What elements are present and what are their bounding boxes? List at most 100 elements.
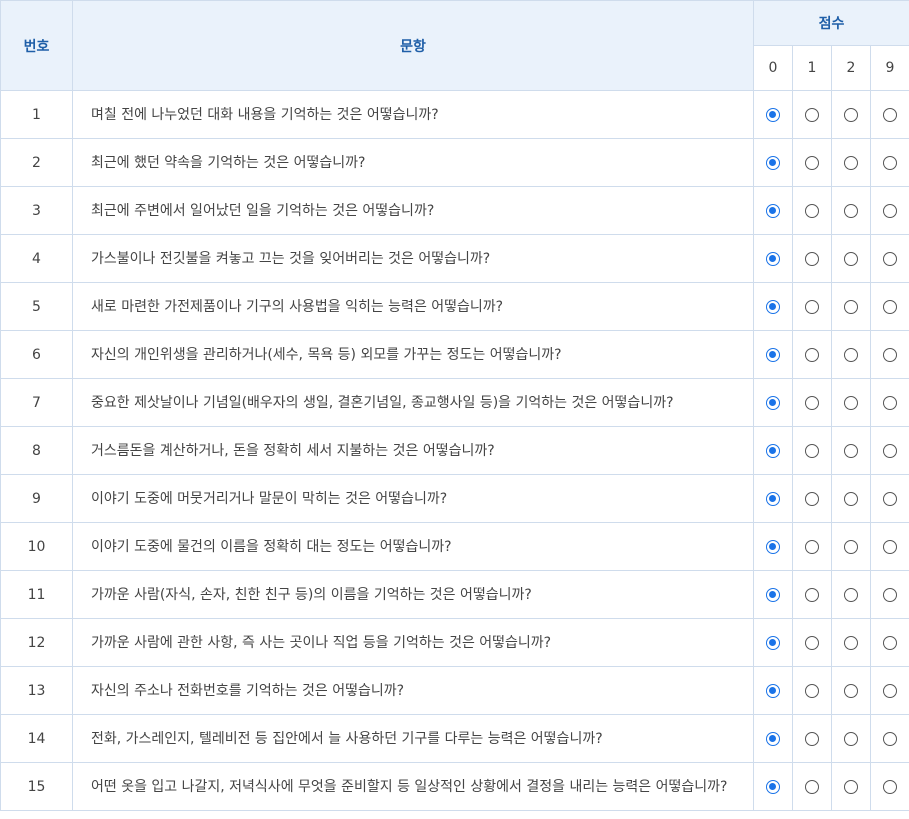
score-cell — [869, 618, 909, 667]
score-radio-9[interactable] — [883, 587, 897, 602]
score-cell — [869, 186, 909, 235]
score-radio-9[interactable] — [883, 443, 897, 458]
score-radio-9[interactable] — [883, 155, 897, 170]
score-radio-2[interactable] — [844, 299, 858, 314]
score-cell — [869, 714, 909, 763]
question-text: 자신의 주소나 전화번호를 기억하는 것은 어떻습니까? — [72, 666, 754, 715]
score-radio-2[interactable] — [844, 395, 858, 410]
table-row: 14 전화, 가스레인지, 텔레비전 등 집안에서 늘 사용하던 기구를 다루는 … — [0, 714, 909, 763]
score-cell — [869, 234, 909, 283]
score-cell — [753, 522, 793, 571]
score-radio-2[interactable] — [844, 155, 858, 170]
score-radio-1[interactable] — [805, 731, 819, 746]
score-radio-2[interactable] — [844, 251, 858, 266]
score-radio-1[interactable] — [805, 155, 819, 170]
score-radio-2[interactable] — [844, 347, 858, 362]
score-cell — [753, 282, 793, 331]
score-cell — [792, 330, 832, 379]
score-radio-2[interactable] — [844, 635, 858, 650]
score-radio-9[interactable] — [883, 395, 897, 410]
score-radio-1[interactable] — [805, 251, 819, 266]
score-radio-9[interactable] — [883, 299, 897, 314]
score-radio-0[interactable] — [766, 347, 780, 362]
score-radio-2[interactable] — [844, 779, 858, 794]
score-radio-1[interactable] — [805, 299, 819, 314]
score-radio-0[interactable] — [766, 779, 780, 794]
score-radio-9[interactable] — [883, 539, 897, 554]
score-radio-0[interactable] — [766, 107, 780, 122]
score-radio-1[interactable] — [805, 203, 819, 218]
score-cell — [753, 330, 793, 379]
score-radio-1[interactable] — [805, 443, 819, 458]
score-cell — [753, 618, 793, 667]
score-radio-2[interactable] — [844, 683, 858, 698]
score-radio-2[interactable] — [844, 587, 858, 602]
row-number: 6 — [0, 330, 73, 379]
header-score: 점수 — [752, 0, 909, 46]
question-text: 최근에 주변에서 일어났던 일을 기억하는 것은 어떻습니까? — [72, 186, 754, 235]
score-radio-0[interactable] — [766, 731, 780, 746]
score-cell — [831, 426, 871, 475]
score-radio-1[interactable] — [805, 347, 819, 362]
score-cell — [753, 762, 793, 811]
score-radio-9[interactable] — [883, 347, 897, 362]
score-radio-9[interactable] — [883, 251, 897, 266]
score-cell — [831, 90, 871, 139]
score-cell — [792, 138, 832, 187]
score-cell — [753, 474, 793, 523]
question-text: 어떤 옷을 입고 나갈지, 저녁식사에 무엇을 준비할지 등 일상적인 상황에서… — [72, 762, 754, 811]
table-row: 3 최근에 주변에서 일어났던 일을 기억하는 것은 어떻습니까? — [0, 186, 909, 235]
score-cell — [831, 618, 871, 667]
score-cell — [753, 666, 793, 715]
score-radio-9[interactable] — [883, 683, 897, 698]
score-cell — [792, 186, 832, 235]
score-cell — [792, 378, 832, 427]
score-radio-1[interactable] — [805, 539, 819, 554]
score-radio-0[interactable] — [766, 251, 780, 266]
question-text: 며칠 전에 나누었던 대화 내용을 기억하는 것은 어떻습니까? — [72, 90, 754, 139]
score-option-2: 2 — [831, 45, 871, 91]
score-radio-9[interactable] — [883, 107, 897, 122]
score-radio-9[interactable] — [883, 779, 897, 794]
score-radio-0[interactable] — [766, 635, 780, 650]
score-radio-2[interactable] — [844, 443, 858, 458]
score-radio-2[interactable] — [844, 731, 858, 746]
score-radio-1[interactable] — [805, 683, 819, 698]
score-radio-1[interactable] — [805, 587, 819, 602]
score-radio-1[interactable] — [805, 779, 819, 794]
score-radio-2[interactable] — [844, 203, 858, 218]
score-radio-9[interactable] — [883, 491, 897, 506]
score-radio-9[interactable] — [883, 203, 897, 218]
score-radio-9[interactable] — [883, 731, 897, 746]
score-radio-1[interactable] — [805, 395, 819, 410]
score-radio-2[interactable] — [844, 539, 858, 554]
row-number: 1 — [0, 90, 73, 139]
score-cell — [792, 762, 832, 811]
score-radio-0[interactable] — [766, 491, 780, 506]
table-row: 15 어떤 옷을 입고 나갈지, 저녁식사에 무엇을 준비할지 등 일상적인 상황… — [0, 762, 909, 811]
score-cell — [753, 90, 793, 139]
score-radio-0[interactable] — [766, 683, 780, 698]
score-radio-2[interactable] — [844, 491, 858, 506]
score-radio-0[interactable] — [766, 299, 780, 314]
question-text: 이야기 도중에 머뭇거리거나 말문이 막히는 것은 어떻습니까? — [72, 474, 754, 523]
score-radio-0[interactable] — [766, 203, 780, 218]
score-cell — [792, 714, 832, 763]
score-cell — [753, 186, 793, 235]
score-cell — [831, 762, 871, 811]
score-cell — [753, 138, 793, 187]
score-radio-1[interactable] — [805, 491, 819, 506]
score-radio-0[interactable] — [766, 443, 780, 458]
score-radio-2[interactable] — [844, 107, 858, 122]
score-radio-9[interactable] — [883, 635, 897, 650]
score-radio-1[interactable] — [805, 107, 819, 122]
score-radio-1[interactable] — [805, 635, 819, 650]
score-radio-0[interactable] — [766, 539, 780, 554]
score-radio-0[interactable] — [766, 155, 780, 170]
question-text: 중요한 제삿날이나 기념일(배우자의 생일, 결혼기념일, 종교행사일 등)을 … — [72, 378, 754, 427]
row-number: 5 — [0, 282, 73, 331]
score-radio-0[interactable] — [766, 587, 780, 602]
question-text: 새로 마련한 가전제품이나 기구의 사용법을 익히는 능력은 어떻습니까? — [72, 282, 754, 331]
header-number: 번호 — [0, 0, 73, 91]
score-radio-0[interactable] — [766, 395, 780, 410]
